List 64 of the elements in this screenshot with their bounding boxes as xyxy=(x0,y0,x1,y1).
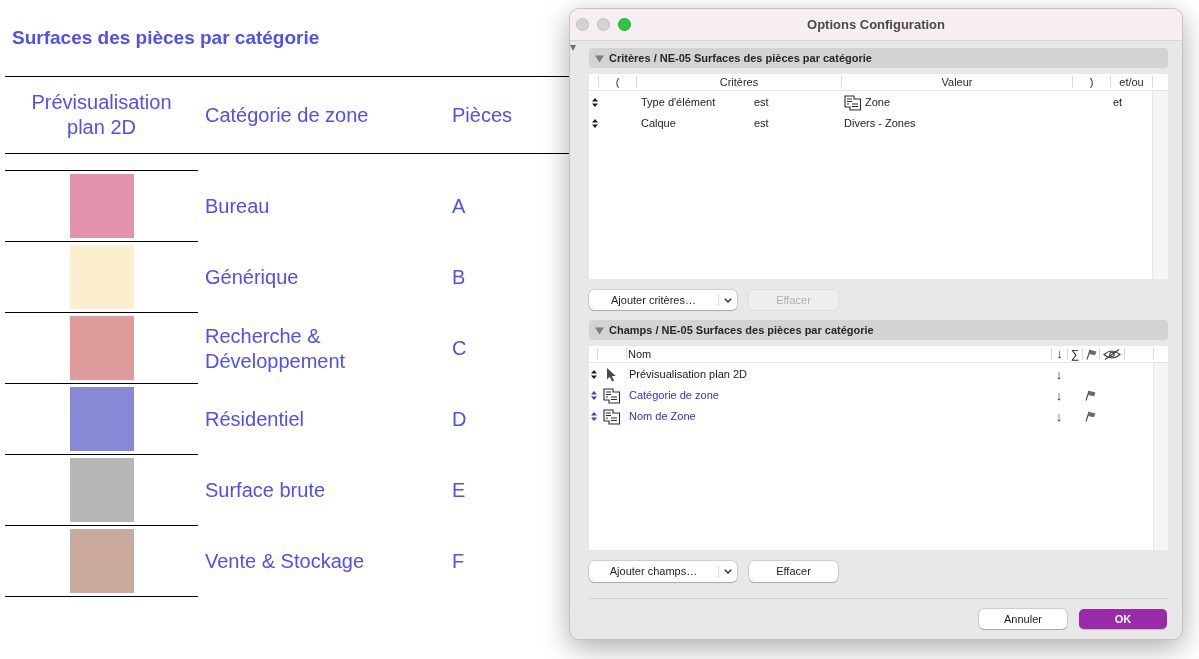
sort-handle-icon[interactable] xyxy=(590,412,597,421)
table-cell: Résidentiel xyxy=(205,407,304,432)
disclosure-triangle-icon[interactable] xyxy=(595,325,604,335)
column-header: Prévisualisation plan 2D xyxy=(30,90,173,140)
disclosure-triangle-icon[interactable] xyxy=(595,53,604,63)
plan-label-icon xyxy=(602,408,621,425)
column-header[interactable]: ) xyxy=(1089,73,1094,91)
splitter-marker-icon[interactable] xyxy=(570,45,576,51)
sort-handle-icon[interactable] xyxy=(591,119,598,128)
ok-button[interactable]: OK xyxy=(1079,609,1167,629)
sort-handle-icon[interactable] xyxy=(590,391,597,400)
table-cell: Générique xyxy=(205,265,299,290)
table-cell: C xyxy=(452,336,467,361)
sort-handle-icon[interactable] xyxy=(591,98,598,107)
table-cell-text: Recherche & Développement xyxy=(205,323,347,374)
column-header[interactable]: Valeur xyxy=(941,73,973,91)
table-cell: D xyxy=(452,407,467,432)
operator-cell-text: est xyxy=(754,95,769,111)
column-header[interactable]: ∑ xyxy=(1070,348,1080,360)
sort-cell-text: ↓ xyxy=(1055,386,1063,405)
field-name-cell[interactable]: Catégorie de zone xyxy=(629,387,719,404)
column-header: Pièces xyxy=(452,102,513,128)
table-cell: E xyxy=(452,478,466,503)
table-cell: F xyxy=(452,549,465,574)
value-cell-text: Divers - Zones xyxy=(844,116,916,132)
field-name-cell[interactable]: Nom de Zone xyxy=(629,408,696,425)
table-cell: Bureau xyxy=(205,194,270,219)
operator-cell-text: est xyxy=(754,116,769,132)
column-header: Catégorie de zone xyxy=(205,102,369,128)
chevron-down-icon[interactable] xyxy=(724,297,732,303)
conjunction-cell-text: et xyxy=(1113,95,1123,111)
table-cell: Vente & Stockage xyxy=(205,549,364,574)
column-header[interactable]: Nom xyxy=(627,345,652,363)
cancel-button[interactable]: Annuler xyxy=(979,609,1067,629)
chevron-down-icon[interactable] xyxy=(724,569,732,574)
split-dropdown-button[interactable]: Ajouter champs… xyxy=(589,561,737,582)
criteria-cell-text: Type d'élément xyxy=(641,95,717,111)
column-header[interactable]: et/ou xyxy=(1119,73,1144,91)
table-cell: B xyxy=(452,265,466,290)
table-cell: A xyxy=(452,194,466,219)
value-cell-text: Zone xyxy=(865,95,891,111)
window-title: Options Configuration xyxy=(807,15,945,34)
scrollbar-track[interactable] xyxy=(1153,363,1168,550)
criteria-cell-text: Calque xyxy=(641,116,677,132)
plan-label-icon xyxy=(844,94,862,111)
scrollbar-track[interactable] xyxy=(1152,91,1168,279)
hidden-eye-icon xyxy=(1103,348,1121,360)
split-dropdown-button[interactable]: Ajouter critères… xyxy=(589,290,737,310)
column-header[interactable]: Critères xyxy=(719,73,759,91)
sort-cell-text: ↓ xyxy=(1055,365,1063,384)
sort-cell-text: ↓ xyxy=(1055,407,1063,426)
sort-handle-icon[interactable] xyxy=(590,370,597,379)
flag-icon xyxy=(1085,348,1097,360)
plan-label-icon xyxy=(602,387,621,404)
window-zoom-button[interactable] xyxy=(618,18,631,31)
column-header[interactable]: ( xyxy=(615,73,620,91)
schedule-title: Surfaces des pièces par catégorie xyxy=(12,26,320,50)
column-header[interactable]: ↓ xyxy=(1056,348,1063,360)
pointer-arrow-icon xyxy=(606,367,617,382)
section-title: Critères / NE-05 Surfaces des pièces par catégorie xyxy=(609,50,872,66)
field-name-cell[interactable]: Prévisualisation plan 2D xyxy=(629,366,747,383)
table-cell: Surface brute xyxy=(205,478,326,503)
clear-button[interactable]: Effacer xyxy=(749,561,838,582)
section-title: Champs / NE-05 Surfaces des pièces par catégorie xyxy=(609,322,874,338)
